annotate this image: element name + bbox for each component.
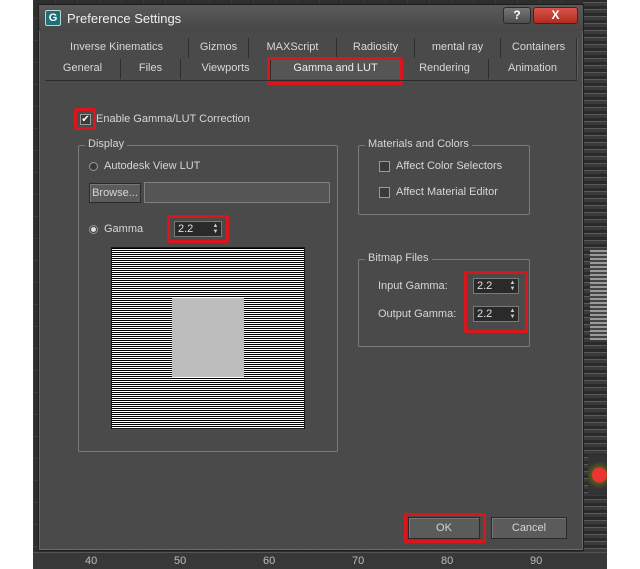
gamma-value: 2.2 [178, 223, 194, 235]
preference-settings-dialog: G Preference Settings ? X Inverse Kinema… [38, 4, 584, 551]
materials-colors-title: Materials and Colors [365, 138, 472, 150]
ruler-tick: 50 [174, 555, 187, 567]
input-gamma-value: 2.2 [477, 280, 493, 292]
enable-gamma-checkbox[interactable]: ✔ [80, 114, 91, 125]
bitmap-files-group: Bitmap Files [358, 252, 530, 347]
window-title: Preference Settings [67, 11, 182, 26]
tab-viewports[interactable]: Viewports [181, 59, 271, 79]
ruler-tick: 80 [441, 555, 454, 567]
output-gamma-spinner[interactable]: 2.2 ▲ ▼ [473, 306, 519, 322]
bitmap-files-title: Bitmap Files [365, 252, 432, 264]
browse-button[interactable]: Browse... [89, 183, 141, 203]
affect-material-editor-checkbox[interactable] [379, 187, 390, 198]
tab-gizmos[interactable]: Gizmos [189, 38, 249, 58]
affect-material-editor-label: Affect Material Editor [396, 186, 498, 198]
ruler-tick: 40 [85, 555, 98, 567]
ruler-tick: 90 [530, 555, 543, 567]
gamma-spinner[interactable]: 2.2 ▲ ▼ [174, 221, 222, 237]
app-icon: G [45, 10, 61, 26]
enable-gamma-label: Enable Gamma/LUT Correction [96, 113, 250, 125]
background-object [588, 455, 607, 495]
ok-button[interactable]: OK [408, 517, 480, 539]
cancel-button[interactable]: Cancel [491, 517, 567, 539]
tab-general[interactable]: General [45, 59, 121, 79]
title-bar[interactable]: G Preference Settings ? X [39, 5, 583, 31]
gamma-preview-pattern [111, 247, 305, 429]
tab-row-top: Inverse Kinematics Gizmos MAXScript Radi… [45, 38, 577, 58]
timeline-ruler: 40 50 60 70 80 90 [33, 552, 607, 569]
ruler-tick: 70 [352, 555, 365, 567]
gamma-label: Gamma [104, 223, 144, 235]
tab-gamma-and-lut[interactable]: Gamma and LUT [271, 59, 401, 79]
tab-radiosity[interactable]: Radiosity [337, 38, 415, 58]
gamma-preview-gray [172, 298, 244, 377]
tab-inverse-kinematics[interactable]: Inverse Kinematics [45, 38, 189, 58]
tab-files[interactable]: Files [121, 59, 181, 79]
lut-label: Autodesk View LUT [104, 160, 201, 172]
tab-animation[interactable]: Animation [489, 59, 577, 79]
spinner-arrows-icon[interactable]: ▲ ▼ [211, 223, 220, 235]
ruler-tick: 60 [263, 555, 276, 567]
tab-mental-ray[interactable]: mental ray [415, 38, 501, 58]
lut-radio[interactable] [89, 162, 98, 171]
affect-color-selectors-label: Affect Color Selectors [396, 160, 503, 172]
lut-path-field[interactable] [144, 182, 330, 203]
tab-maxscript[interactable]: MAXScript [249, 38, 337, 58]
input-gamma-spinner[interactable]: 2.2 ▲ ▼ [473, 278, 519, 294]
materials-colors-group: Materials and Colors [358, 138, 530, 215]
output-gamma-label: Output Gamma: [378, 308, 457, 320]
spinner-arrows-icon[interactable]: ▲ ▼ [508, 308, 517, 320]
tab-row-bottom: General Files Viewports Gamma and LUT Re… [45, 59, 577, 79]
tab-rendering[interactable]: Rendering [401, 59, 489, 79]
tab-containers[interactable]: Containers [501, 38, 577, 58]
background-object [590, 250, 607, 340]
display-group-title: Display [85, 138, 128, 150]
gamma-radio[interactable] [89, 225, 98, 234]
spinner-arrows-icon[interactable]: ▲ ▼ [508, 280, 517, 292]
help-button[interactable]: ? [503, 7, 531, 24]
output-gamma-value: 2.2 [477, 308, 493, 320]
input-gamma-label: Input Gamma: [378, 280, 448, 292]
affect-color-selectors-checkbox[interactable] [379, 161, 390, 172]
close-button[interactable]: X [533, 7, 578, 24]
